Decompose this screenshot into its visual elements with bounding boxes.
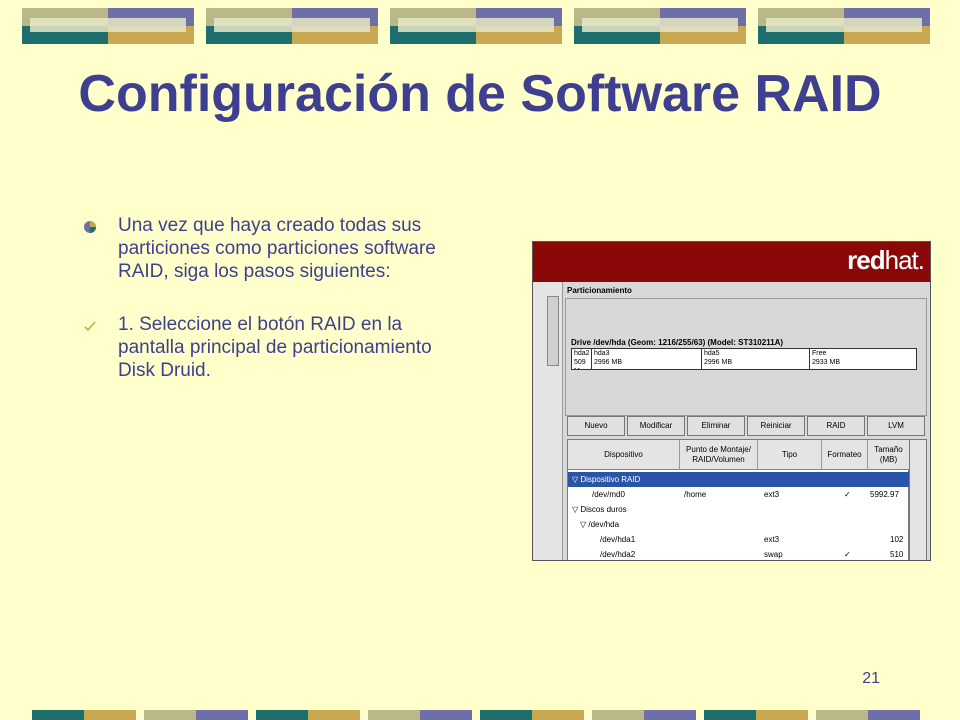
partition-segment[interactable]: hda5 2996 MB [702,349,810,369]
table-scrollbar[interactable] [909,439,927,560]
table-row[interactable]: ▽ Dispositivo RAID [568,472,910,487]
bullet-text: Una vez que haya creado todas sus partic… [118,215,436,282]
table-row[interactable]: /dev/hda1 ext3 102 [568,532,910,547]
lvm-button[interactable]: LVM [867,416,925,436]
partition-segment[interactable]: Free 2933 MB [810,349,916,369]
delete-button[interactable]: Eliminar [687,416,745,436]
redhat-logo: redhat. [847,245,925,275]
modify-button[interactable]: Modificar [627,416,685,436]
column-header[interactable]: Tipo [758,440,822,470]
partition-segment[interactable]: hda3 2996 MB [592,349,702,369]
column-header[interactable]: Punto de Montaje/ RAID/Volumen [680,440,758,470]
slide-title: Configuración de Software RAID [78,65,882,123]
new-button[interactable]: Nuevo [567,416,625,436]
column-header[interactable]: Dispositivo [568,440,680,470]
column-header[interactable]: Formateo [822,440,868,470]
decorative-top-band [22,8,930,44]
bullet-text: 1. Seleccione el botón RAID en la pantal… [118,314,432,381]
column-header[interactable]: Tamaño (MB) [868,440,910,470]
table-row[interactable]: ▽ Discos duros [568,502,910,517]
table-row[interactable]: ▽ /dev/hda [568,517,910,532]
table-row[interactable]: /dev/md0 /home ext3 ✓ 5992.97 [568,487,910,502]
bullet-item: 1. Seleccione el botón RAID en la pantal… [82,313,462,382]
partition-table: Dispositivo Punto de Montaje/ RAID/Volum… [567,439,910,560]
left-scrollbar[interactable] [547,296,559,366]
bullet-list: Una vez que haya creado todas sus partic… [82,214,462,382]
redhat-banner: redhat. [533,242,930,282]
drive-label: Drive /dev/hda (Geom: 1216/255/63) (Mode… [571,338,784,347]
partition-toolbar: Nuevo Modificar Eliminar Reiniciar RAID … [567,416,927,436]
bullet-item: Una vez que haya creado todas sus partic… [82,214,462,283]
pie-bullet-icon [84,221,96,233]
reset-button[interactable]: Reiniciar [747,416,805,436]
decorative-bottom-band [32,710,920,720]
table-header: Dispositivo Punto de Montaje/ RAID/Volum… [568,440,910,470]
table-row[interactable]: /dev/hda2 swap ✓ 510 [568,547,910,560]
drive-partition-bar: hda2509 M hda32996 MB hda52996 MB Free29… [571,348,917,370]
checkmark-bullet-icon [84,321,96,332]
partition-group-label: Particionamiento [567,286,632,295]
raid-button[interactable]: RAID [807,416,865,436]
page-number: 21 [862,670,880,687]
partition-segment[interactable]: hda2509 M [572,349,592,369]
disk-druid-screenshot: redhat. Particionamiento Drive /dev/hda … [532,241,931,561]
